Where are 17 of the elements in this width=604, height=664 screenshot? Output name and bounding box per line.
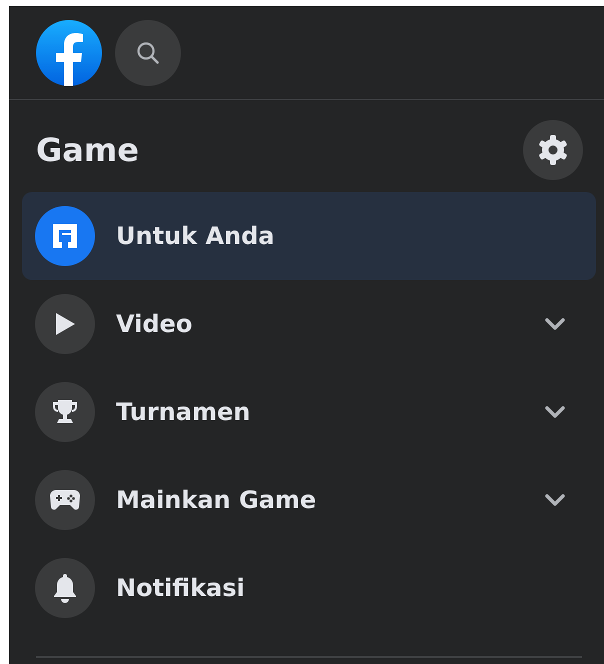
chevron-down-icon[interactable] bbox=[544, 493, 566, 507]
menu-item[interactable]: Video bbox=[22, 280, 596, 368]
trophy-icon bbox=[51, 398, 79, 426]
facebook-logo[interactable] bbox=[36, 20, 102, 86]
play-icon bbox=[54, 312, 76, 336]
menu-item[interactable]: Turnamen bbox=[22, 368, 596, 456]
search-icon bbox=[135, 40, 161, 66]
section-title: Game bbox=[36, 131, 139, 169]
menu-item[interactable]: Notifikasi bbox=[22, 544, 596, 632]
menu-item[interactable]: Mainkan Game bbox=[22, 456, 596, 544]
settings-icon bbox=[537, 134, 569, 166]
bell-icon bbox=[53, 573, 77, 603]
chevron-down-icon[interactable] bbox=[544, 405, 566, 419]
game-logo-icon bbox=[51, 222, 79, 250]
menu-item[interactable]: Untuk Anda bbox=[22, 192, 596, 280]
chevron-down-icon[interactable] bbox=[544, 317, 566, 331]
gamepad-icon bbox=[49, 488, 81, 512]
